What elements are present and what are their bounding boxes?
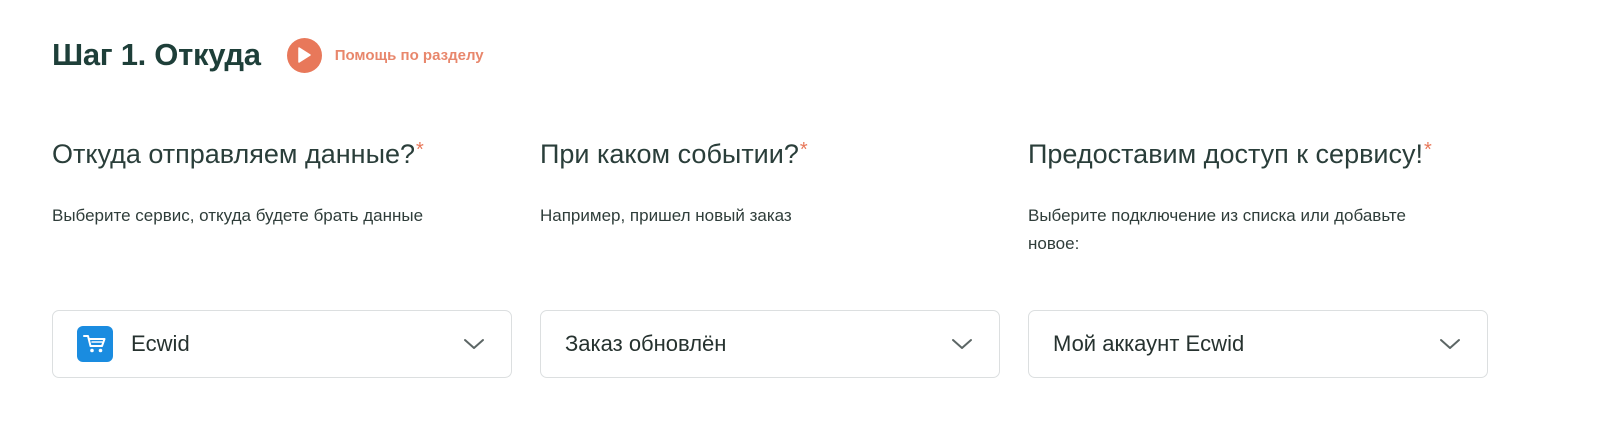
event-question-text: При каком событии? <box>540 139 799 169</box>
access-question-text: Предоставим доступ к сервису! <box>1028 139 1424 169</box>
source-service-select[interactable]: Ecwid <box>52 310 512 378</box>
step-title: Шаг 1. Откуда <box>52 37 261 72</box>
source-column: Откуда отправляем данные?* Выберите серв… <box>52 132 514 378</box>
required-mark: * <box>799 139 808 161</box>
access-column: Предоставим доступ к сервису!* Выберите … <box>1028 132 1490 378</box>
access-question: Предоставим доступ к сервису!* <box>1028 132 1490 176</box>
account-value: Мой аккаунт Ecwid <box>1053 331 1245 356</box>
event-select[interactable]: Заказ обновлён <box>540 310 1000 378</box>
ecwid-cart-icon <box>77 326 113 362</box>
source-question: Откуда отправляем данные?* <box>52 132 514 176</box>
step-panel: Шаг 1. Откуда Помощь по разделу Откуда о… <box>0 0 1600 434</box>
help-link[interactable]: Помощь по разделу <box>286 37 484 73</box>
source-service-value: Ecwid <box>131 331 190 356</box>
required-mark: * <box>416 139 424 161</box>
step-header: Шаг 1. Откуда Помощь по разделу <box>52 34 484 76</box>
event-column: При каком событии?* Например, пришел нов… <box>540 132 1002 378</box>
play-icon[interactable] <box>286 37 322 73</box>
event-question: При каком событии?* <box>540 132 1002 176</box>
source-hint: Выберите сервис, откуда будете брать дан… <box>52 206 424 225</box>
required-mark: * <box>1424 139 1432 161</box>
event-value: Заказ обновлён <box>565 331 727 356</box>
step-columns: Откуда отправляем данные?* Выберите серв… <box>52 132 1490 378</box>
help-label[interactable]: Помощь по разделу <box>335 47 484 64</box>
chevron-down-icon[interactable] <box>1437 331 1463 357</box>
account-select[interactable]: Мой аккаунт Ecwid <box>1028 310 1488 378</box>
source-question-text: Откуда отправляем данные? <box>52 139 416 169</box>
event-hint: Например, пришел новый заказ <box>540 206 792 225</box>
access-hint: Выберите подключение из списка или добав… <box>1028 206 1406 253</box>
chevron-down-icon[interactable] <box>461 331 487 357</box>
chevron-down-icon[interactable] <box>949 331 975 357</box>
